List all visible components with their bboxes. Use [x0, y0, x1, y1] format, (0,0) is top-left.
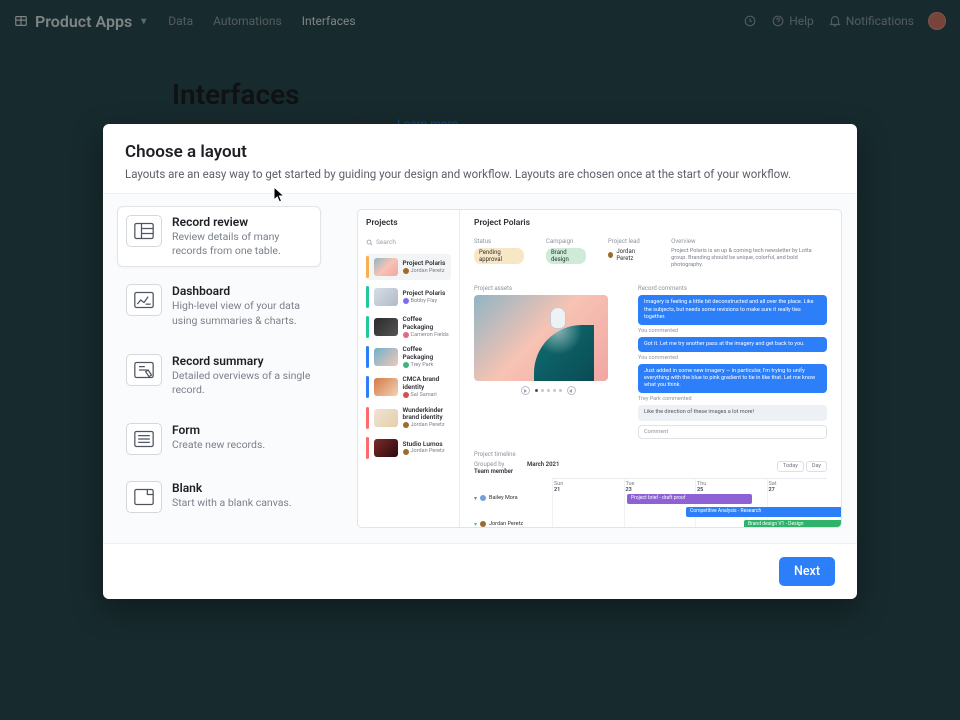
timeline-month: March 2021 [527, 461, 559, 468]
comment-bubble: Imagery is feeling a little bit deconstr… [638, 295, 827, 324]
campaign-label: Campaign [546, 238, 586, 245]
comment-input: Comment [638, 425, 827, 439]
grouped-by-label: Grouped by [474, 461, 513, 468]
timeline-day: Tue23 [626, 481, 635, 493]
comment-placeholder: Comment [644, 429, 668, 435]
layout-desc: Create new records. [172, 438, 265, 452]
timeline-day: Sat27 [769, 481, 777, 493]
grouped-by-value: Team member [474, 468, 513, 475]
layout-icon [126, 481, 162, 513]
layout-desc: High-level view of your data using summa… [172, 299, 312, 327]
layout-title: Blank [172, 481, 292, 495]
overview-text: Project Polaris is an up & coming tech n… [671, 248, 827, 269]
layout-option[interactable]: DashboardHigh-level view of your data us… [117, 275, 321, 336]
mouse-cursor-icon [273, 186, 287, 204]
campaign-value: Brand design [546, 248, 586, 264]
prev-asset-icon [521, 386, 530, 395]
preview-list-item: CMCA brand identitySal Samari [366, 374, 451, 400]
preview-left-heading: Projects [366, 218, 451, 228]
preview-search-label: Search [376, 238, 396, 246]
preview-search: Search [366, 238, 451, 246]
preview-list-item: Wunderkinder brand identityJordan Peretz [366, 405, 451, 431]
timeline-bar: Brand design V1 - Design [744, 520, 842, 528]
timeline-day: Thu25 [697, 481, 706, 493]
preview-record-detail: Project Polaris Status Pending approval … [460, 210, 841, 527]
layout-desc: Start with a blank canvas. [172, 496, 292, 510]
layout-option[interactable]: Record summaryDetailed overviews of a si… [117, 345, 321, 406]
timeline-day: Sun21 [554, 481, 563, 493]
modal-body: Record reviewReview details of many reco… [103, 193, 857, 544]
layout-title: Record summary [172, 354, 312, 368]
comment-meta: Trey Park commented [638, 396, 827, 402]
layout-title: Form [172, 423, 265, 437]
preview-timeline: Project timeline Grouped by Team member … [474, 451, 827, 528]
preview-meta-row: Status Pending approval Campaign Brand d… [474, 238, 827, 269]
search-icon [366, 239, 373, 246]
modal-title: Choose a layout [125, 142, 835, 162]
comment-meta: You commented [638, 355, 827, 361]
overview-label: Overview [671, 238, 827, 245]
layout-icon [126, 354, 162, 386]
layout-desc: Review details of many records from one … [172, 230, 312, 258]
preview-records-list: Projects Search Project PolarisJordan Pe… [358, 210, 460, 527]
status-label: Status [474, 238, 524, 245]
comments-label: Record comments [638, 285, 827, 292]
preview-list-item: Coffee PackagingTrey Park [366, 344, 451, 370]
preview-list-item: Project PolarisBobby Flay [366, 284, 451, 310]
asset-carousel-controls [474, 386, 622, 395]
modal-subtitle: Layouts are an easy way to get started b… [125, 167, 835, 181]
preview-list-item: Coffee PackagingCameron Fields [366, 314, 451, 340]
layout-icon [126, 284, 162, 316]
asset-image [474, 295, 608, 381]
layout-desc: Detailed overviews of a single record. [172, 369, 312, 397]
choose-layout-modal: Choose a layout Layouts are an easy way … [103, 124, 857, 599]
preview-list-item: Project PolarisJordan Peretz [366, 254, 451, 280]
modal-header: Choose a layout Layouts are an easy way … [103, 124, 857, 193]
lead-avatar-icon [608, 252, 613, 258]
carousel-dots [535, 386, 562, 395]
comment-bubble: Got it. Let me try another pass at the i… [638, 337, 827, 352]
timeline-bar: Competitive Analysis - Research [686, 507, 842, 517]
comment-bubble: Just added in some new imagery — in part… [638, 364, 827, 393]
comment-meta: You commented [638, 328, 827, 334]
layout-title: Dashboard [172, 284, 312, 298]
assets-label: Project assets [474, 285, 622, 292]
next-button[interactable]: Next [779, 557, 835, 586]
view-day: Day [806, 461, 827, 472]
timeline-view-toggle: Today Day [777, 461, 827, 472]
next-asset-icon [567, 386, 576, 395]
layout-options: Record reviewReview details of many reco… [103, 194, 331, 543]
preview-right-heading: Project Polaris [474, 218, 827, 228]
status-value: Pending approval [474, 248, 524, 264]
layout-icon [126, 215, 162, 247]
layout-option[interactable]: BlankStart with a blank canvas. [117, 472, 321, 522]
layout-option[interactable]: Record reviewReview details of many reco… [117, 206, 321, 267]
timeline-bar: Project brief - draft proof [627, 494, 752, 504]
layout-title: Record review [172, 215, 312, 229]
comment-bubble: Like the direction of these images a lot… [638, 405, 827, 420]
lead-value: Jordan Peretz [616, 248, 649, 262]
modal-footer: Next [103, 544, 857, 599]
preview-list-item: Studio LumosJordan Peretz [366, 435, 451, 461]
view-today: Today [777, 461, 804, 472]
layout-option[interactable]: FormCreate new records. [117, 414, 321, 464]
lead-label: Project lead [608, 238, 649, 245]
timeline-label: Project timeline [474, 451, 827, 458]
layout-icon [126, 423, 162, 455]
layout-preview: Projects Search Project PolarisJordan Pe… [357, 209, 842, 528]
